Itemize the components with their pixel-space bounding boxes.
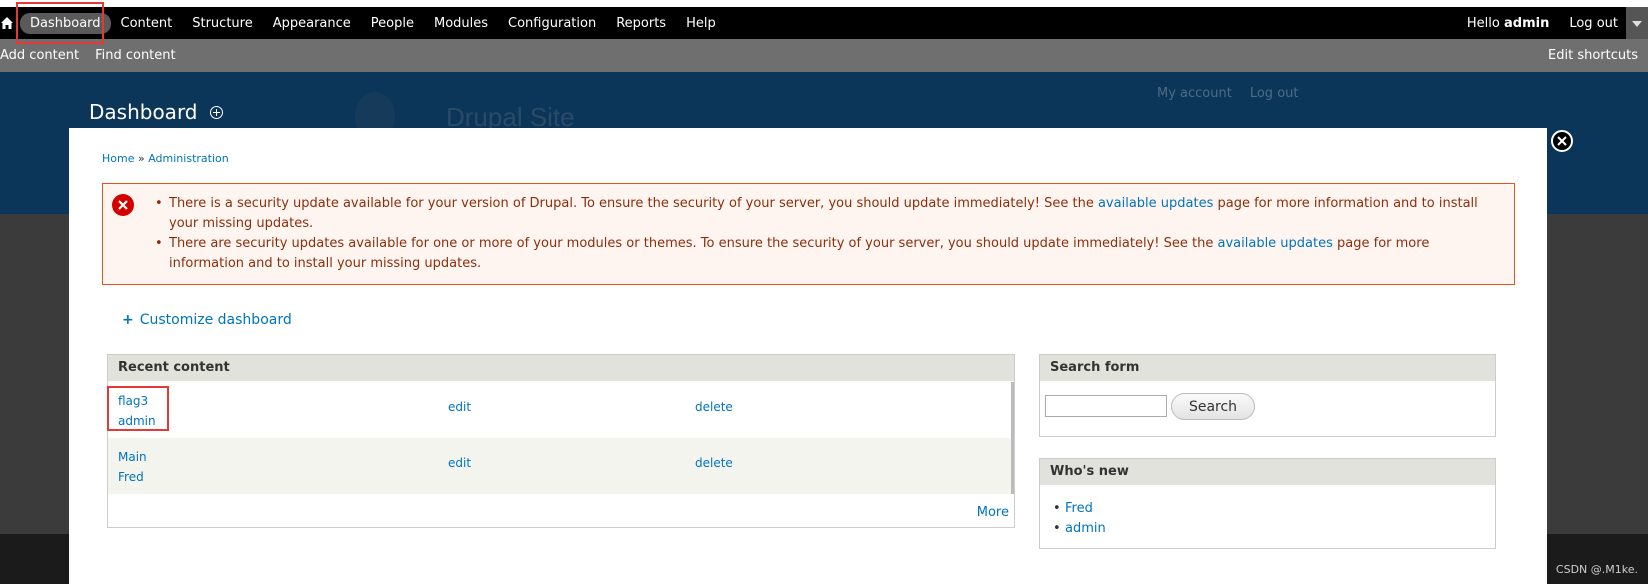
menu-item-configuration[interactable]: Configuration <box>498 12 606 35</box>
message-item: There are security updates available for… <box>155 234 1505 274</box>
menu-item-modules[interactable]: Modules <box>424 12 498 35</box>
shortcut-add-content[interactable]: Add content <box>0 48 79 63</box>
home-icon[interactable] <box>0 13 14 33</box>
chevron-down-icon <box>1632 21 1642 27</box>
menu-item-help[interactable]: Help <box>676 12 726 35</box>
message-item: There is a security update available for… <box>155 194 1505 234</box>
shortcuts-bar: Add content Find content Edit shortcuts <box>0 39 1648 72</box>
close-icon <box>1557 136 1567 146</box>
plus-icon: + <box>122 312 134 328</box>
whos-new-block: Who's new Fred admin <box>1039 458 1496 549</box>
username[interactable]: admin <box>1504 16 1549 31</box>
content-author-link[interactable]: admin <box>118 411 156 431</box>
admin-toolbar: Dashboard Content Structure Appearance P… <box>0 7 1648 39</box>
menu-item-reports[interactable]: Reports <box>606 12 676 35</box>
content-title-link[interactable]: Main <box>118 447 147 467</box>
recent-content-title: Recent content <box>108 355 1014 381</box>
page-title: Dashboard <box>89 100 223 124</box>
error-icon <box>112 194 134 216</box>
search-form-title: Search form <box>1040 355 1495 381</box>
shortcut-find-content[interactable]: Find content <box>95 48 176 63</box>
menu-item-people[interactable]: People <box>361 12 424 35</box>
message-text: There is a security update available for… <box>169 196 1094 211</box>
menu-item-content[interactable]: Content <box>111 12 183 35</box>
content-title-link[interactable]: flag3 <box>118 391 156 411</box>
hello-user: Hello admin <box>1467 16 1549 31</box>
edit-link[interactable]: edit <box>448 456 471 470</box>
table-row: Main Fred edit delete <box>108 438 1014 494</box>
scrollbar[interactable] <box>1011 382 1014 494</box>
content-author-link[interactable]: Fred <box>118 467 147 487</box>
menu-item-dashboard[interactable]: Dashboard <box>20 13 111 34</box>
search-form-block: Search form Search <box>1039 354 1496 437</box>
menu-item-appearance[interactable]: Appearance <box>263 12 361 35</box>
toolbar-drawer-toggle[interactable] <box>1626 7 1648 39</box>
hello-prefix: Hello <box>1466 16 1500 31</box>
add-shortcut-icon[interactable] <box>209 105 223 119</box>
recent-content-block: Recent content flag3 admin edit delete M… <box>107 354 1015 528</box>
delete-link[interactable]: delete <box>695 456 733 470</box>
user-link[interactable]: Fred <box>1053 499 1106 519</box>
overlay-close-button[interactable] <box>1551 130 1573 152</box>
toolbar-logout-link[interactable]: Log out <box>1569 16 1618 31</box>
toolbar-menu: Dashboard Content Structure Appearance P… <box>20 12 726 35</box>
available-updates-link[interactable]: available updates <box>1218 236 1333 251</box>
menu-item-structure[interactable]: Structure <box>182 12 262 35</box>
search-button[interactable]: Search <box>1171 393 1255 420</box>
error-messages: There is a security update available for… <box>102 183 1515 285</box>
user-link[interactable]: admin <box>1053 519 1106 539</box>
search-input[interactable] <box>1045 395 1167 417</box>
secondary-menu: My account Log out <box>1157 86 1299 101</box>
my-account-link[interactable]: My account <box>1157 86 1232 101</box>
breadcrumb-home[interactable]: Home <box>102 152 134 165</box>
top-strip <box>0 0 1648 7</box>
toolbar-user: Hello admin Log out <box>1467 16 1618 31</box>
whos-new-title: Who's new <box>1040 459 1495 485</box>
available-updates-link[interactable]: available updates <box>1098 196 1213 211</box>
more-link[interactable]: More <box>977 505 1009 520</box>
watermark: CSDN @.M1ke. <box>1555 563 1638 576</box>
header-logout-link[interactable]: Log out <box>1250 86 1299 101</box>
delete-link[interactable]: delete <box>695 400 733 414</box>
breadcrumb-separator: » <box>137 152 145 165</box>
edit-link[interactable]: edit <box>448 400 471 414</box>
customize-dashboard-link[interactable]: + Customize dashboard <box>122 312 292 328</box>
message-text: There are security updates available for… <box>169 236 1214 251</box>
table-row: flag3 admin edit delete <box>108 382 1014 438</box>
edit-shortcuts-link[interactable]: Edit shortcuts <box>1548 48 1638 63</box>
breadcrumb: Home » Administration <box>102 152 229 165</box>
page-title-text: Dashboard <box>89 100 198 124</box>
customize-dashboard-label: Customize dashboard <box>139 312 292 328</box>
breadcrumb-administration[interactable]: Administration <box>148 152 229 165</box>
